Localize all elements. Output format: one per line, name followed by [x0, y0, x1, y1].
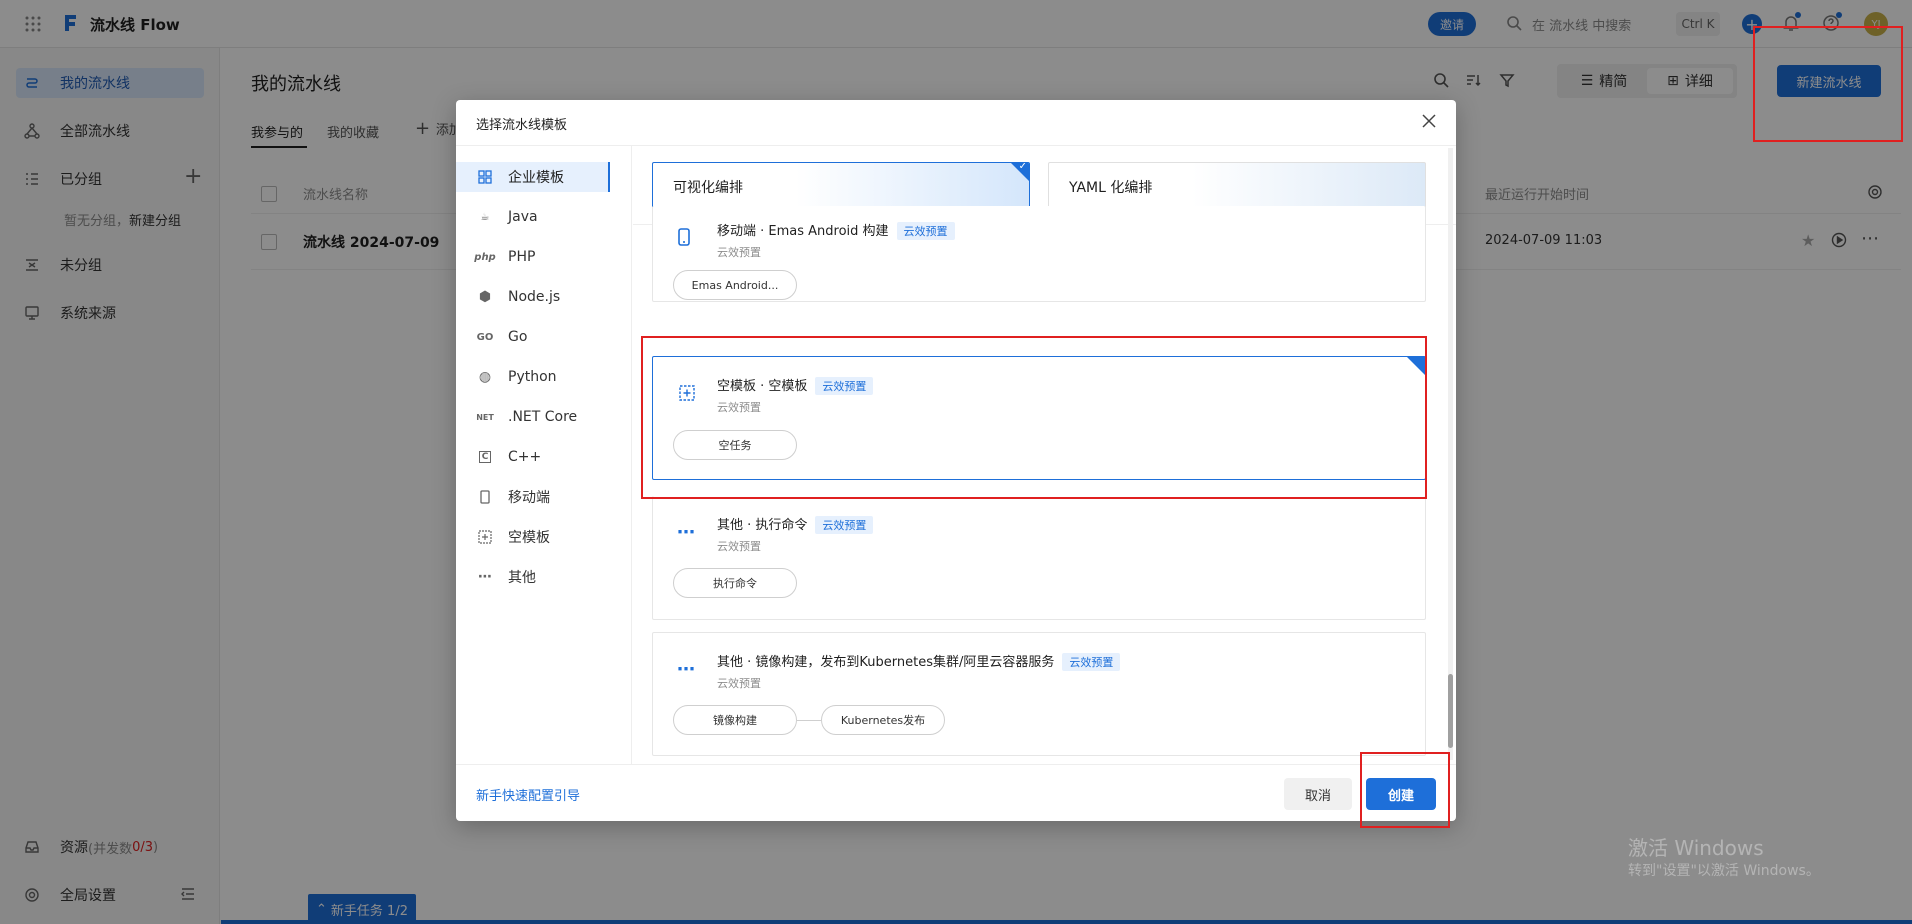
category-python[interactable]: ◍ Python: [472, 362, 622, 392]
step-pill: Kubernetes发布: [821, 705, 945, 735]
dialog-title: 选择流水线模板: [476, 118, 568, 133]
preset-badge: 云效预置: [1062, 653, 1121, 671]
more-icon: ⋯: [677, 659, 695, 680]
template-title: 其他 · 镜像构建，发布到Kubernetes集群/阿里云容器服务 云效预置: [717, 651, 1121, 671]
category-enterprise[interactable]: 企业模板: [456, 162, 610, 192]
category-cpp[interactable]: C C++: [472, 442, 622, 472]
category-php[interactable]: php PHP: [472, 242, 622, 272]
category-label: 空模板: [508, 530, 550, 546]
highlight-new-pipeline: [1753, 26, 1903, 142]
category-label: Python: [508, 369, 557, 385]
java-icon: ☕: [480, 211, 490, 223]
node-icon: ⬢: [478, 289, 492, 305]
category-nodejs[interactable]: ⬢ Node.js: [472, 282, 622, 312]
category-label: 其他: [508, 570, 536, 586]
cancel-button[interactable]: 取消: [1284, 778, 1352, 810]
mobile-icon: [677, 228, 691, 250]
preset-badge: 云效预置: [896, 222, 955, 240]
template-sub: 云效预置: [717, 246, 761, 259]
template-title: 移动端 · Emas Android 构建 云效预置: [717, 220, 955, 240]
category-label: Java: [508, 209, 538, 225]
category-other[interactable]: ⋯ 其他: [472, 562, 622, 592]
mobile-icon: [476, 490, 494, 504]
mode-yaml-label: YAML 化编排: [1069, 180, 1153, 196]
category-go[interactable]: GO Go: [472, 322, 622, 352]
template-title-text: 移动端 · Emas Android 构建: [717, 224, 889, 239]
template-title: 其他 · 执行命令 云效预置: [717, 514, 874, 534]
template-title-text: 其他 · 镜像构建，发布到Kubernetes集群/阿里云容器服务: [717, 655, 1055, 670]
category-mobile[interactable]: 移动端: [472, 482, 622, 512]
template-sub: 云效预置: [717, 540, 761, 553]
category-label: PHP: [508, 249, 536, 265]
highlight-create-button: [1360, 752, 1450, 828]
template-card-emas-android[interactable]: 移动端 · Emas Android 构建 云效预置 云效预置 Emas Andr…: [652, 206, 1426, 302]
category-dotnet[interactable]: NET .NET Core: [472, 402, 622, 432]
windows-watermark-title: 激活 Windows: [1628, 836, 1764, 860]
go-icon: GO: [476, 331, 494, 343]
quick-guide-link[interactable]: 新手快速配置引导: [476, 785, 580, 804]
mode-yaml[interactable]: YAML 化编排: [1048, 162, 1426, 208]
category-label: Go: [508, 329, 528, 345]
step-pill: Emas Android...: [673, 270, 797, 300]
template-card-image-build[interactable]: ⋯ 其他 · 镜像构建，发布到Kubernetes集群/阿里云容器服务 云效预置 …: [652, 632, 1426, 756]
php-icon: php: [474, 251, 496, 263]
category-list: 企业模板 ☕ Java php PHP ⬢ Node.js GO Go ◍ Python …: [456, 146, 632, 764]
highlight-blank-template: [641, 336, 1427, 499]
python-icon: ◍: [478, 369, 492, 385]
more-icon: ⋯: [677, 522, 695, 543]
step-connector: [797, 720, 821, 721]
category-blank[interactable]: 空模板: [472, 522, 622, 552]
dotnet-icon: NET: [476, 412, 494, 422]
category-label: C++: [508, 449, 542, 465]
close-icon[interactable]: [1420, 112, 1438, 134]
mode-visual[interactable]: 可视化编排 ✓: [652, 162, 1030, 208]
category-java[interactable]: ☕ Java: [472, 202, 622, 232]
scrollbar-track: [1448, 148, 1453, 760]
dialog-header: 选择流水线模板: [456, 100, 1456, 146]
check-icon: ✓: [1018, 162, 1027, 172]
template-sub: 云效预置: [717, 677, 761, 690]
mode-visual-label: 可视化编排: [673, 180, 743, 196]
preset-badge: 云效预置: [815, 516, 874, 534]
cpp-icon: C: [476, 451, 494, 463]
grid-icon: [476, 170, 494, 184]
step-pill: 执行命令: [673, 568, 797, 598]
category-label: Node.js: [508, 289, 561, 305]
step-pill: 镜像构建: [673, 705, 797, 735]
category-label: 移动端: [508, 490, 550, 506]
template-title-text: 其他 · 执行命令: [717, 518, 808, 533]
category-label: 企业模板: [508, 170, 564, 186]
scrollbar-thumb[interactable]: [1448, 674, 1453, 748]
dialog-footer: 新手快速配置引导 取消 创建: [456, 764, 1456, 821]
windows-watermark-sub: 转到"设置"以激活 Windows。: [1628, 863, 1820, 879]
blank-template-icon: [476, 530, 494, 544]
more-icon: ⋯: [478, 569, 492, 585]
category-label: .NET Core: [508, 409, 578, 425]
template-card-exec-command[interactable]: ⋯ 其他 · 执行命令 云效预置 云效预置 执行命令: [652, 496, 1426, 620]
